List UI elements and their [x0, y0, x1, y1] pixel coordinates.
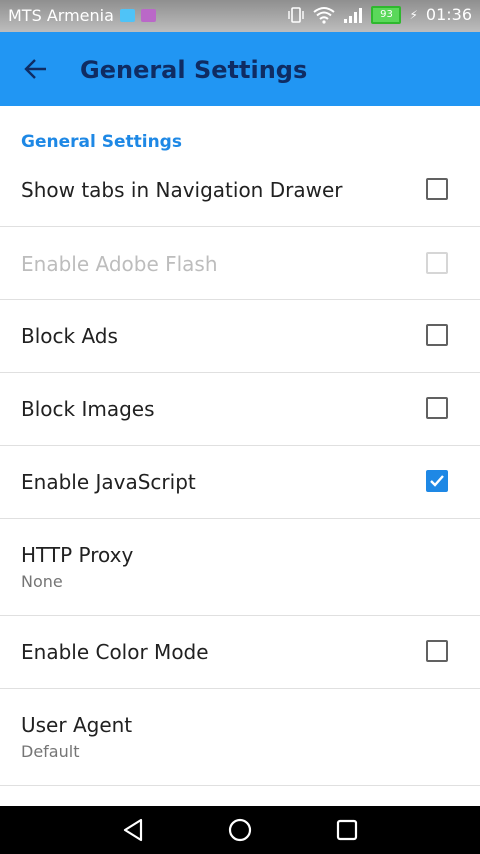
setting-title: Enable Color Mode	[21, 640, 209, 664]
checkbox[interactable]	[426, 178, 448, 200]
message-notification-icon	[119, 9, 135, 22]
setting-summary: Default	[21, 742, 80, 761]
status-time: 01:36	[425, 5, 472, 24]
triangle-back-icon	[123, 818, 143, 842]
setting-summary: None	[21, 572, 63, 591]
arrow-left-icon	[24, 59, 46, 79]
setting-user-agent[interactable]: User Agent Default	[0, 689, 480, 786]
system-nav-bar	[0, 806, 480, 854]
settings-list: General Settings Show tabs in Navigation…	[0, 106, 480, 806]
status-bar-left: MTS Armenia	[8, 6, 156, 25]
nav-back-button[interactable]	[121, 817, 147, 843]
signal-icon	[344, 7, 363, 23]
nav-home-button[interactable]	[227, 817, 253, 843]
battery-icon: 93	[371, 5, 402, 24]
section-header: General Settings	[21, 132, 182, 152]
checkbox[interactable]	[426, 324, 448, 346]
checkbox-checked[interactable]	[426, 470, 448, 492]
setting-title: User Agent	[21, 713, 133, 737]
nav-recents-button[interactable]	[334, 817, 360, 843]
setting-enable-javascript[interactable]: Enable JavaScript	[0, 446, 480, 519]
setting-title: Show tabs in Navigation Drawer	[21, 178, 343, 202]
setting-block-images[interactable]: Block Images	[0, 373, 480, 446]
checkbox[interactable]	[426, 640, 448, 662]
wifi-icon	[313, 6, 336, 24]
setting-block-ads[interactable]: Block Ads	[0, 300, 480, 373]
vibrate-icon	[288, 6, 305, 23]
setting-enable-color-mode[interactable]: Enable Color Mode	[0, 616, 480, 689]
setting-http-proxy[interactable]: HTTP Proxy None	[0, 519, 480, 616]
page-title: General Settings	[80, 56, 308, 84]
status-bar-right: 93 ⚡ 01:36	[287, 5, 472, 24]
checkbox	[426, 252, 448, 274]
setting-show-tabs-in-drawer[interactable]: Show tabs in Navigation Drawer	[0, 154, 480, 227]
checkmark-icon	[430, 475, 444, 487]
charging-icon: ⚡	[409, 7, 418, 22]
carrier-name: MTS Armenia	[8, 6, 114, 25]
setting-enable-adobe-flash: Enable Adobe Flash	[0, 227, 480, 300]
setting-title: Enable Adobe Flash	[21, 252, 218, 276]
setting-title: Block Ads	[21, 324, 118, 348]
app-bar: General Settings	[0, 32, 480, 106]
checkbox[interactable]	[426, 397, 448, 419]
square-recents-icon	[336, 819, 358, 841]
setting-title: HTTP Proxy	[21, 543, 134, 567]
status-bar: MTS Armenia 93 ⚡ 01:36	[0, 0, 480, 32]
setting-title: Enable JavaScript	[21, 470, 196, 494]
setting-title: Block Images	[21, 397, 155, 421]
circle-home-icon	[228, 818, 252, 842]
email-notification-icon	[140, 9, 156, 22]
back-button[interactable]	[22, 55, 50, 83]
